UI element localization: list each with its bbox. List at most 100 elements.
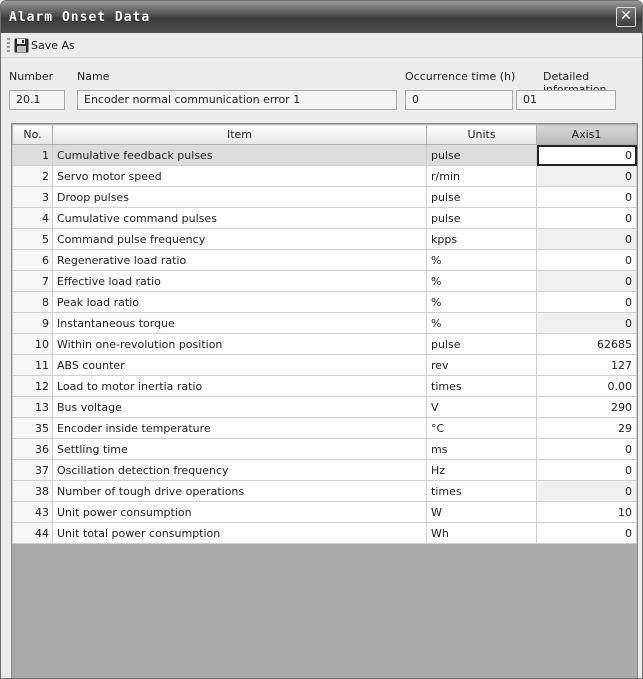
row-units[interactable]: r/min bbox=[426, 165, 537, 187]
row-units[interactable]: V bbox=[426, 396, 537, 418]
table-row[interactable]: 2 Servo motor speed r/min 0 bbox=[12, 165, 637, 187]
occurrence-time-field[interactable]: 0 bbox=[405, 90, 513, 110]
row-units[interactable]: rev bbox=[426, 354, 537, 376]
row-axis1-value[interactable]: 0 bbox=[536, 291, 637, 313]
row-number[interactable]: 9 bbox=[12, 312, 53, 334]
number-field[interactable]: 20.1 bbox=[9, 90, 65, 110]
row-number[interactable]: 36 bbox=[12, 438, 53, 460]
table-row[interactable]: 10 Within one-revolution position pulse 626… bbox=[12, 333, 637, 355]
row-axis1-value[interactable]: 29 bbox=[536, 417, 637, 439]
row-units[interactable]: kpps bbox=[426, 228, 537, 250]
row-axis1-value[interactable]: 0 bbox=[536, 165, 637, 187]
column-header-units[interactable]: Units bbox=[426, 124, 537, 145]
row-axis1-value[interactable]: 0 bbox=[536, 249, 637, 271]
row-units[interactable]: W bbox=[426, 501, 537, 523]
row-number[interactable]: 38 bbox=[12, 480, 53, 502]
row-item[interactable]: Oscillation detection frequency bbox=[52, 459, 427, 481]
row-axis1-value[interactable]: 0.00 bbox=[536, 375, 637, 397]
name-field[interactable]: Encoder normal communication error 1 bbox=[77, 90, 397, 110]
column-header-no[interactable]: No. bbox=[12, 124, 53, 145]
row-item[interactable]: Load to motor inertia ratio bbox=[52, 375, 427, 397]
row-number[interactable]: 6 bbox=[12, 249, 53, 271]
toolbar-grip-icon[interactable] bbox=[7, 38, 10, 52]
save-as-button[interactable]: Save As bbox=[14, 38, 75, 53]
row-axis1-value[interactable]: 62685 bbox=[536, 333, 637, 355]
row-number[interactable]: 37 bbox=[12, 459, 53, 481]
table-row[interactable]: 13 Bus voltage V 290 bbox=[12, 396, 637, 418]
row-number[interactable]: 44 bbox=[12, 522, 53, 544]
table-row[interactable]: 8 Peak load ratio% 0 bbox=[12, 291, 637, 313]
row-units[interactable]: % bbox=[426, 249, 537, 271]
row-number[interactable]: 8 bbox=[12, 291, 53, 313]
row-axis1-value[interactable]: 0 bbox=[536, 207, 637, 229]
row-number[interactable]: 1 bbox=[12, 144, 53, 166]
table-row[interactable]: 36 Settling time ms 0 bbox=[12, 438, 637, 460]
row-units[interactable]: pulse bbox=[426, 144, 537, 166]
close-button[interactable]: ✕ bbox=[616, 7, 636, 27]
row-item[interactable]: Cumulative feedback pulses bbox=[52, 144, 427, 166]
row-item[interactable]: Cumulative command pulses bbox=[52, 207, 427, 229]
row-axis1-value[interactable]: 0 bbox=[536, 186, 637, 208]
row-axis1-value[interactable]: 0 bbox=[536, 144, 637, 166]
row-axis1-value[interactable]: 0 bbox=[536, 228, 637, 250]
row-number[interactable]: 12 bbox=[12, 375, 53, 397]
row-units[interactable]: % bbox=[426, 312, 537, 334]
table-row[interactable]: 44 Unit total power consumption Wh 0 bbox=[12, 522, 637, 544]
row-number[interactable]: 35 bbox=[12, 417, 53, 439]
table-row[interactable]: 9 Instantaneous torque% 0 bbox=[12, 312, 637, 334]
row-item[interactable]: Unit power consumption bbox=[52, 501, 427, 523]
table-row[interactable]: 11 ABS counter rev 127 bbox=[12, 354, 637, 376]
row-axis1-value[interactable]: 0 bbox=[536, 438, 637, 460]
row-units[interactable]: ms bbox=[426, 438, 537, 460]
row-item[interactable]: Command pulse frequency bbox=[52, 228, 427, 250]
row-item[interactable]: Within one-revolution position bbox=[52, 333, 427, 355]
row-item[interactable]: Peak load ratio bbox=[52, 291, 427, 313]
row-axis1-value[interactable]: 0 bbox=[536, 480, 637, 502]
row-item[interactable]: Effective load ratio bbox=[52, 270, 427, 292]
row-units[interactable]: pulse bbox=[426, 207, 537, 229]
row-number[interactable]: 2 bbox=[12, 165, 53, 187]
row-axis1-value[interactable]: 0 bbox=[536, 270, 637, 292]
row-item[interactable]: Servo motor speed bbox=[52, 165, 427, 187]
table-row[interactable]: 1 Cumulative feedback pulses pulse 0 bbox=[12, 144, 637, 166]
row-number[interactable]: 7 bbox=[12, 270, 53, 292]
row-item[interactable]: Droop pulses bbox=[52, 186, 427, 208]
row-item[interactable]: Settling time bbox=[52, 438, 427, 460]
table-row[interactable]: 12 Load to motor inertia ratio times 0.00 bbox=[12, 375, 637, 397]
row-units[interactable]: % bbox=[426, 291, 537, 313]
row-axis1-value[interactable]: 127 bbox=[536, 354, 637, 376]
row-axis1-value[interactable]: 10 bbox=[536, 501, 637, 523]
row-item[interactable]: Unit total power consumption bbox=[52, 522, 427, 544]
row-units[interactable]: Wh bbox=[426, 522, 537, 544]
row-item[interactable]: Instantaneous torque bbox=[52, 312, 427, 334]
row-units[interactable]: times bbox=[426, 375, 537, 397]
row-item[interactable]: Encoder inside temperature bbox=[52, 417, 427, 439]
row-units[interactable]: Hz bbox=[426, 459, 537, 481]
column-header-axis1[interactable]: Axis1 bbox=[536, 124, 637, 145]
table-row[interactable]: 35 Encoder inside temperature °C 29 bbox=[12, 417, 637, 439]
row-units[interactable]: °C bbox=[426, 417, 537, 439]
row-item[interactable]: Number of tough drive operations bbox=[52, 480, 427, 502]
row-units[interactable]: pulse bbox=[426, 333, 537, 355]
row-number[interactable]: 3 bbox=[12, 186, 53, 208]
row-axis1-value[interactable]: 0 bbox=[536, 459, 637, 481]
detailed-information-field[interactable]: 01 bbox=[516, 90, 616, 110]
table-row[interactable]: 6 Regenerative load ratio% 0 bbox=[12, 249, 637, 271]
row-units[interactable]: % bbox=[426, 270, 537, 292]
row-number[interactable]: 10 bbox=[12, 333, 53, 355]
row-number[interactable]: 13 bbox=[12, 396, 53, 418]
table-row[interactable]: 4 Cumulative command pulses pulse 0 bbox=[12, 207, 637, 229]
table-row[interactable]: 43 Unit power consumption W 10 bbox=[12, 501, 637, 523]
table-row[interactable]: 37 Oscillation detection frequency Hz 0 bbox=[12, 459, 637, 481]
table-row[interactable]: 3 Droop pulses pulse 0 bbox=[12, 186, 637, 208]
row-item[interactable]: Bus voltage bbox=[52, 396, 427, 418]
column-header-item[interactable]: Item bbox=[52, 124, 427, 145]
row-axis1-value[interactable]: 290 bbox=[536, 396, 637, 418]
row-units[interactable]: pulse bbox=[426, 186, 537, 208]
row-axis1-value[interactable]: 0 bbox=[536, 312, 637, 334]
row-number[interactable]: 11 bbox=[12, 354, 53, 376]
row-number[interactable]: 5 bbox=[12, 228, 53, 250]
table-row[interactable]: 5 Command pulse frequency kpps 0 bbox=[12, 228, 637, 250]
table-row[interactable]: 38 Number of tough drive operations times 0 bbox=[12, 480, 637, 502]
table-row[interactable]: 7 Effective load ratio% 0 bbox=[12, 270, 637, 292]
